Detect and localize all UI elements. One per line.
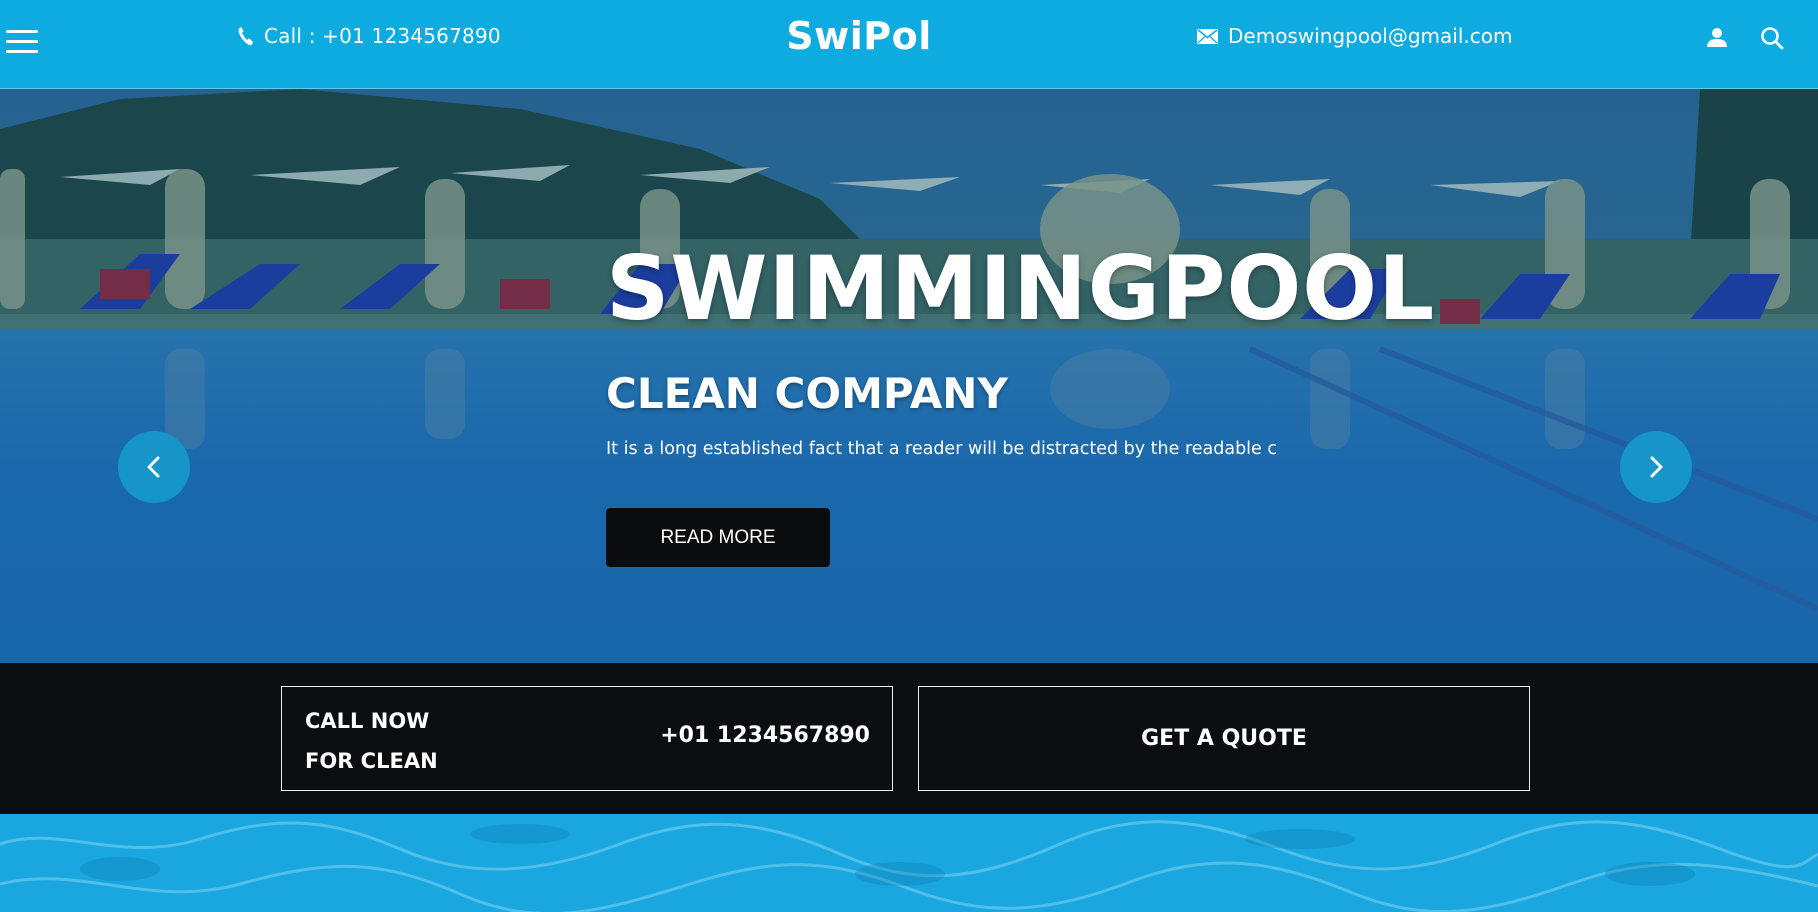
user-icon[interactable] — [1706, 26, 1728, 48]
hero-slider: SWIMMINGPOOL CLEAN COMPANY It is a long … — [0, 89, 1818, 663]
mail-icon — [1197, 28, 1218, 44]
water-texture-image — [0, 814, 1818, 912]
call-now-line1: CALL NOW — [305, 709, 430, 733]
hero-subtitle: CLEAN COMPANY — [606, 369, 1008, 418]
get-a-quote-label: GET A QUOTE — [1141, 726, 1307, 751]
header-email[interactable]: Demoswingpool@gmail.com — [1197, 24, 1512, 48]
hero-description: It is a long established fact that a rea… — [606, 439, 1277, 459]
call-now-number: +01 1234567890 — [660, 723, 870, 748]
water-texture-section — [0, 814, 1818, 912]
chevron-right-icon — [1650, 456, 1663, 478]
hero-title: SWIMMINGPOOL — [606, 237, 1436, 340]
get-a-quote-button[interactable]: GET A QUOTE — [918, 686, 1530, 791]
call-now-box[interactable]: CALL NOW FOR CLEAN +01 1234567890 — [281, 686, 893, 791]
cta-band: CALL NOW FOR CLEAN +01 1234567890 GET A … — [0, 663, 1818, 814]
header-email-text: Demoswingpool@gmail.com — [1228, 24, 1513, 48]
call-now-label: CALL NOW FOR CLEAN — [305, 701, 438, 781]
slider-next-button[interactable] — [1620, 431, 1692, 503]
site-header: Call : +01 1234567890 SwiPol Demoswingpo… — [0, 0, 1818, 89]
read-more-button[interactable]: READ MORE — [606, 508, 830, 567]
search-icon[interactable] — [1760, 26, 1784, 50]
chevron-left-icon — [147, 456, 160, 478]
call-now-line2: FOR CLEAN — [305, 749, 438, 773]
slider-prev-button[interactable] — [118, 431, 190, 503]
